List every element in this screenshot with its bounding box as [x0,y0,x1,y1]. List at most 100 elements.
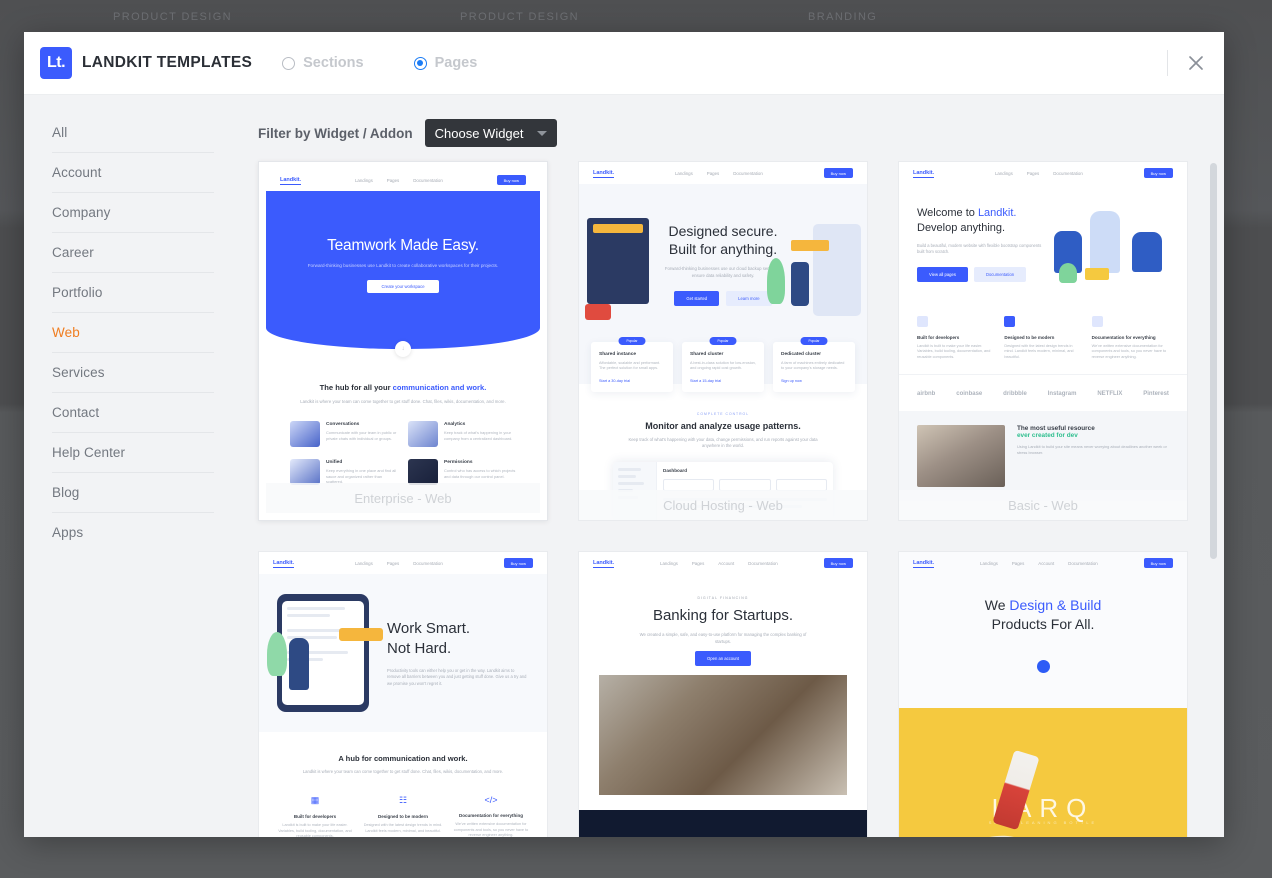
mini-feature-text: Landkit is built to make your life easie… [278,823,352,837]
mini-hero-title-2: Not Hard. [387,639,452,657]
mini-feature: Analytics Keep track of what's happening… [408,421,516,447]
mini-feature: ☷ Designed to be modern Designed with th… [363,795,443,837]
template-card-label: Cloud Hosting - Web [579,490,867,520]
widget-select[interactable]: Choose Widget [424,119,557,147]
mini-site: Landkit. Landings Pages Account Document… [579,552,867,837]
mini-feature-text: Landkit is built to make your life easie… [917,344,991,359]
templates-modal: Lt. LANDKIT TEMPLATES Sections Pages All… [24,32,1224,837]
logo-pinterest: Pinterest [1143,391,1169,398]
header-right [1167,32,1224,94]
mini-logo: Landkit. [593,559,615,568]
close-icon [1189,56,1203,70]
radio-sections[interactable]: Sections [282,55,364,71]
mini-mid-section: The hub for all your communication and w… [266,383,540,405]
sidebar-item-web[interactable]: Web [52,313,214,353]
mini-plan-card: Popular Dedicated cluster A farm of mach… [773,337,855,392]
mini-mid-title: The hub for all your communication and w… [292,383,514,392]
template-card-work-smart[interactable]: Landkit. Landings Pages Documentation Bu… [258,551,548,837]
mini-nav-link: Pages [1011,560,1025,566]
layers-icon: ☷ [398,795,408,806]
template-card-enterprise-web[interactable]: Landkit. Landings Pages Documentation Bu… [258,161,548,521]
plant-icon [767,258,785,304]
mini-nav-links: Landings Pages Account Documentation [660,561,778,566]
mini-band-title-1: The most useful resource [1017,425,1095,433]
mini-buy-button: Buy now [1143,168,1173,178]
mini-hero-title: Banking for Startups. [652,607,794,624]
scrollbar-track[interactable] [1210,161,1217,837]
carousel-dot-icon [1036,660,1050,673]
template-card-design-build[interactable]: Landkit. Landings Pages Account Document… [898,551,1188,837]
close-button[interactable] [1168,32,1224,94]
mini-feature-title: Conversations [326,422,360,427]
radio-sections-icon [282,56,296,70]
mini-primary-button: Get started [674,291,720,307]
mini-hero-sub: We created a simple, safe, and easy-to-u… [639,632,807,644]
mini-plan-link: Sign up now [781,378,802,383]
person-icon [791,262,809,306]
scroll-down-icon: ↓ [395,341,411,357]
mini-nav-links: Landings Pages Account Documentation [980,561,1098,566]
sidebar-item-all[interactable]: All [52,113,214,153]
modal-body: All Account Company Career Portfolio Web… [24,95,1224,837]
template-card-basic-web[interactable]: Landkit. Landings Pages Documentation Bu… [898,161,1188,521]
mini-mid-section: COMPLETE CONTROL Monitor and analyze usa… [579,412,867,450]
mini-feature-text: Control who has access to which projects… [444,468,516,479]
mini-nav-links: Landings Pages Documentation [675,171,763,176]
sidebar-item-apps[interactable]: Apps [52,513,214,552]
mini-logo: Landkit. [280,176,302,185]
template-preview: Landkit. Landings Pages Account Document… [579,552,867,837]
mini-brand-sub: SELF-CLEANING BOTTLE [988,820,1098,825]
vertical-scrollbar[interactable] [1210,163,1217,559]
radio-sections-label: Sections [303,55,364,71]
radio-pages[interactable]: Pages [413,55,477,71]
sidebar-item-portfolio[interactable]: Portfolio [52,273,214,313]
mini-hero-text: Work Smart. Not Hard. Productivity tools… [369,619,529,687]
template-card-banking[interactable]: Landkit. Landings Pages Account Document… [578,551,868,837]
developers-icon [917,316,928,327]
mini-hero-text: Welcome to Landkit. Develop anything. Bu… [917,206,1043,288]
mini-feature-title: Designed to be modern [1004,335,1055,340]
mini-nav-link: Documentation [733,170,763,176]
template-grid-scroll[interactable]: Landkit. Landings Pages Documentation Bu… [242,155,1224,837]
sidebar-item-blog[interactable]: Blog [52,473,214,513]
mini-plan-text: A best-in-class solution for low-erosion… [690,361,756,371]
mini-ghost-button: Documentation [973,266,1027,282]
mini-resource-band: The most useful resource ever created fo… [899,411,1187,502]
mini-hero-button: Create your workspace [367,280,439,293]
widget-select-value: Choose Widget [434,125,524,141]
mini-nav: Landkit. Landings Pages Account Document… [579,552,867,574]
sidebar-item-contact[interactable]: Contact [52,393,214,433]
mini-band-text: Using Landkit to build your site means n… [1017,444,1167,455]
mini-hero: DIGITAL FINANCING Banking for Startups. … [579,574,867,666]
sidebar-item-services[interactable]: Services [52,353,214,393]
mini-features: Built for developers Landkit is built to… [899,288,1187,360]
mini-dashboard-title: Dashboard [663,467,687,473]
mini-nav-link: Landings [354,177,373,183]
sidebar-item-career[interactable]: Career [52,233,214,273]
mini-client-logos: airbnb coinbase dribbble Instagram NETFL… [899,374,1187,411]
mini-mid-title: A hub for communication and work. [338,754,468,763]
conversations-icon [290,421,320,447]
mini-hero-button: Open an account [695,651,751,666]
person-standing-icon [1089,210,1120,273]
mini-mid-sub: Keep track of what's happening with your… [628,436,818,449]
mini-nav-link: Documentation [413,560,443,566]
mini-feature-title: Designed to be modern [377,814,428,820]
mini-nav-links: Landings Pages Documentation [355,561,443,566]
sidebar-item-account[interactable]: Account [52,153,214,193]
mini-hero: Work Smart. Not Hard. Productivity tools… [259,574,547,732]
logo-instagram: Instagram [1047,391,1077,398]
mini-hero-title-plain: Welcome to [917,207,978,219]
chat-bubble-icon [339,628,383,641]
template-preview: Landkit. Landings Pages Documentation Bu… [579,162,867,520]
template-preview: Landkit. Landings Pages Documentation Bu… [899,162,1187,520]
mini-plan-text: A farm of machines entirely dedicated to… [781,361,845,371]
mini-eyebrow: COMPLETE CONTROL [696,411,750,416]
mini-plan-link: Start a 30-day trial [599,378,631,383]
sidebar-item-help-center[interactable]: Help Center [52,433,214,473]
template-card-label: Basic - Web [899,490,1187,520]
backdrop-label-1: PRODUCT DESIGN [113,11,233,23]
mini-mid-title-plain: The hub for all your [319,383,393,392]
template-card-cloud-hosting-web[interactable]: Landkit. Landings Pages Documentation Bu… [578,161,868,521]
sidebar-item-company[interactable]: Company [52,193,214,233]
